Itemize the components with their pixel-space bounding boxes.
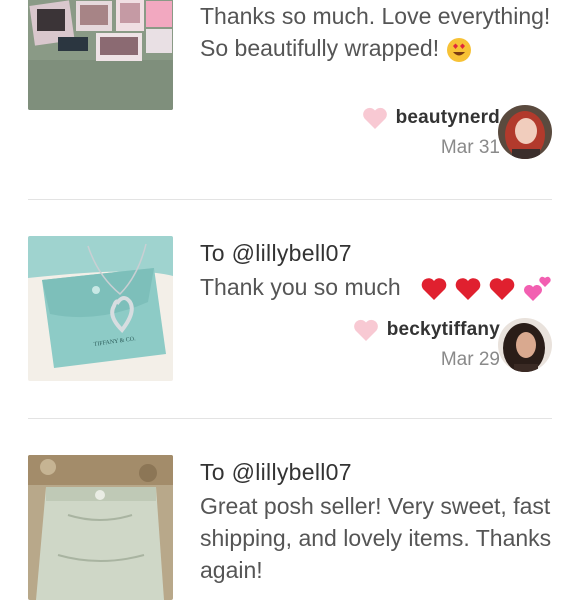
makeup-palettes-image bbox=[28, 0, 173, 110]
reviewer-username[interactable]: beckytiffany bbox=[387, 319, 500, 341]
reviewer-avatar[interactable] bbox=[498, 318, 552, 372]
review-recipient: To @lillybell07 bbox=[200, 459, 352, 485]
review-message-text: Thank you so much bbox=[200, 274, 401, 300]
tiffany-pouch-image: TIFFANY & CO. bbox=[28, 236, 173, 381]
review-message: Thank you so much bbox=[200, 271, 560, 303]
review-recipient: To @lillybell07 bbox=[200, 240, 352, 266]
like-heart-icon[interactable] bbox=[353, 318, 379, 342]
review-text: To @lillybell07 Great posh seller! Very … bbox=[200, 456, 560, 586]
review-message: Thanks so much. Love everything! So beau… bbox=[200, 0, 560, 64]
reviewer-username[interactable]: beautynerd bbox=[396, 107, 500, 129]
red-heart-emoji bbox=[455, 278, 481, 300]
sparkling-heart-emoji bbox=[523, 276, 551, 301]
red-hair-avatar-image bbox=[498, 105, 552, 159]
dark-hair-avatar-image bbox=[498, 318, 552, 372]
review-message-text: Thanks so much. Love everything! So beau… bbox=[200, 3, 551, 61]
listing-thumbnail[interactable]: TIFFANY & CO. bbox=[28, 236, 173, 381]
like-heart-icon[interactable] bbox=[362, 106, 388, 130]
listing-thumbnail[interactable] bbox=[28, 0, 173, 110]
review-date: Mar 31 bbox=[440, 137, 500, 158]
reviewer-row[interactable]: beautynerd bbox=[362, 106, 500, 130]
review-divider bbox=[28, 418, 552, 419]
heart-eyes-emoji bbox=[446, 37, 471, 62]
red-heart-emoji bbox=[489, 278, 515, 300]
listing-thumbnail[interactable] bbox=[28, 455, 173, 600]
reviewer-avatar[interactable] bbox=[498, 105, 552, 159]
review-text: To @lillybell07 Thank you so much bbox=[200, 237, 560, 303]
review-message: Great posh seller! Very sweet, fast ship… bbox=[200, 493, 552, 583]
reviewer-row[interactable]: beckytiffany bbox=[353, 318, 500, 342]
review-divider bbox=[28, 199, 552, 200]
review-text: Thanks so much. Love everything! So beau… bbox=[200, 0, 560, 64]
denim-skirt-image bbox=[28, 455, 173, 600]
review-date: Mar 29 bbox=[440, 349, 500, 370]
red-heart-emoji bbox=[421, 278, 446, 300]
